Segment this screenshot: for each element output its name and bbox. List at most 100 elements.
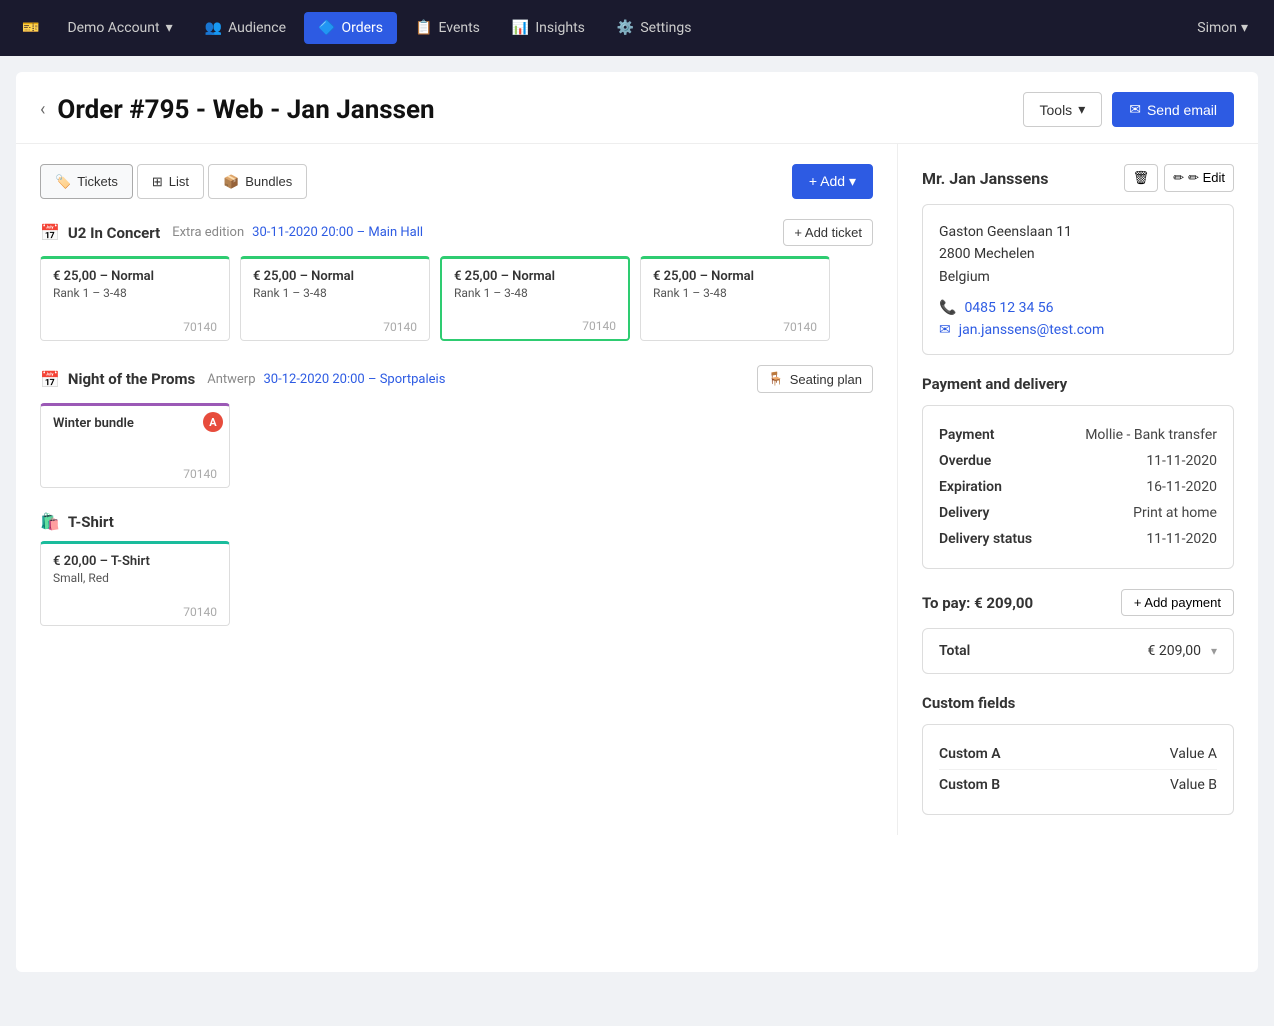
orders-icon: 🔷 <box>318 20 335 36</box>
bundle-id: 70140 <box>53 467 217 481</box>
user-menu[interactable]: Simon ▾ <box>1183 12 1262 44</box>
custom-value-b: Value B <box>1170 777 1217 793</box>
tools-button-label: Tools <box>1040 102 1073 118</box>
event-proms-title-row: 📅 Night of the Proms Antwerp 30-12-2020 … <box>40 370 445 389</box>
customer-name: Mr. Jan Janssens <box>922 169 1048 188</box>
customer-card: Gaston Geenslaan 11 2800 Mechelen Belgiu… <box>922 204 1234 355</box>
delivery-status-label: Delivery status <box>939 531 1032 547</box>
event-u2-title-row: 📅 U2 In Concert Extra edition 30-11-2020… <box>40 223 423 242</box>
customer-phone: 0485 12 34 56 <box>964 300 1053 316</box>
trash-icon: 🗑 <box>1133 170 1150 186</box>
custom-fields-card: Custom A Value A Custom B Value B <box>922 724 1234 815</box>
content-area: 🏷️ Tickets ⊞ List 📦 Bundles + Add ▾ <box>16 144 1258 835</box>
bundle-card[interactable]: A Winter bundle 70140 <box>40 403 230 488</box>
settings-icon: ⚙️ <box>617 20 634 36</box>
brand-logo[interactable]: 🎫 <box>12 12 49 44</box>
ticket-rank: Rank 1 – 3-48 <box>53 286 217 300</box>
ticket-rank: Rank 1 – 3-48 <box>253 286 417 300</box>
nav-audience-label: Audience <box>228 20 286 36</box>
tab-list[interactable]: ⊞ List <box>137 164 204 199</box>
seat-icon: 🪑 <box>768 371 784 387</box>
ticket-price: € 25,00 – Normal <box>53 269 217 284</box>
ticket-rank: Rank 1 – 3-48 <box>653 286 817 300</box>
total-label: Total <box>939 643 970 659</box>
tshirt-card[interactable]: € 20,00 – T-Shirt Small, Red 70140 <box>40 541 230 626</box>
tab-bundles[interactable]: 📦 Bundles <box>208 164 307 199</box>
nav-orders[interactable]: 🔷 Orders <box>304 12 397 44</box>
edit-label: ✏ Edit <box>1188 170 1225 186</box>
main-content: ‹ Order #795 - Web - Jan Janssen Tools ▾… <box>16 72 1258 972</box>
customer-header: Mr. Jan Janssens 🗑 ✏ ✏ Edit <box>922 164 1234 192</box>
ticket-card[interactable]: € 25,00 – Normal Rank 1 – 3-48 70140 <box>40 256 230 341</box>
customer-actions: 🗑 ✏ ✏ Edit <box>1124 164 1234 192</box>
chevron-down-icon[interactable]: ▾ <box>1211 644 1217 658</box>
seating-plan-button[interactable]: 🪑 Seating plan <box>757 365 873 393</box>
tshirt-price: € 20,00 – T-Shirt <box>53 554 217 569</box>
add-payment-button[interactable]: + Add payment <box>1121 589 1234 616</box>
tshirt-variant: Small, Red <box>53 571 217 585</box>
nav-settings[interactable]: ⚙️ Settings <box>603 12 706 44</box>
nav-insights[interactable]: 📊 Insights <box>498 12 599 44</box>
proms-bundle-grid: A Winter bundle 70140 <box>40 403 873 488</box>
tools-chevron-icon: ▾ <box>1078 101 1085 118</box>
send-email-button[interactable]: ✉ Send email <box>1112 92 1234 127</box>
tab-list-label: List <box>169 174 189 189</box>
add-ticket-button[interactable]: + Add ticket <box>783 219 873 246</box>
email-icon: ✉ <box>939 322 951 338</box>
ticket-card[interactable]: € 25,00 – Normal Rank 1 – 3-48 70140 <box>640 256 830 341</box>
ticket-price: € 25,00 – Normal <box>653 269 817 284</box>
expiration-label: Expiration <box>939 479 1002 495</box>
payment-row-payment: Payment Mollie - Bank transfer <box>939 422 1217 448</box>
tshirt-header: 🛍️ T-Shirt <box>40 512 873 531</box>
ticket-card-selected[interactable]: € 25,00 – Normal Rank 1 – 3-48 70140 <box>440 256 630 341</box>
ticket-rank: Rank 1 – 3-48 <box>454 286 616 300</box>
ticket-card[interactable]: € 25,00 – Normal Rank 1 – 3-48 70140 <box>240 256 430 341</box>
tshirt-id: 70140 <box>53 605 217 619</box>
event-u2-date: 30-11-2020 20:00 – Main Hall <box>252 225 423 240</box>
payment-value: Mollie - Bank transfer <box>1085 427 1217 443</box>
back-button[interactable]: ‹ <box>40 99 45 120</box>
phone-icon: 📞 <box>939 300 956 316</box>
phone-row[interactable]: 📞 0485 12 34 56 <box>939 300 1217 316</box>
list-tab-icon: ⊞ <box>152 174 163 190</box>
audience-icon: 👥 <box>205 20 222 36</box>
page-header-left: ‹ Order #795 - Web - Jan Janssen <box>40 95 435 125</box>
tab-tickets-label: Tickets <box>77 174 118 189</box>
insights-icon: 📊 <box>512 20 529 36</box>
payment-row-overdue: Overdue 11-11-2020 <box>939 448 1217 474</box>
payment-label: Payment <box>939 427 995 443</box>
user-name: Simon <box>1197 20 1237 36</box>
tshirt-title-row: 🛍️ T-Shirt <box>40 512 114 531</box>
nav-audience[interactable]: 👥 Audience <box>191 12 300 44</box>
delivery-value: Print at home <box>1133 505 1217 521</box>
user-chevron-icon: ▾ <box>1241 20 1248 36</box>
overdue-label: Overdue <box>939 453 991 469</box>
send-email-label: Send email <box>1147 102 1217 118</box>
add-button[interactable]: + Add ▾ <box>792 164 873 199</box>
u2-ticket-grid: € 25,00 – Normal Rank 1 – 3-48 70140 € 2… <box>40 256 873 341</box>
edit-icon: ✏ <box>1173 170 1184 186</box>
custom-key-b: Custom B <box>939 777 1000 793</box>
nav-events[interactable]: 📋 Events <box>401 12 494 44</box>
nav-insights-label: Insights <box>535 20 585 36</box>
email-icon: ✉ <box>1129 101 1141 118</box>
tshirt-grid: € 20,00 – T-Shirt Small, Red 70140 <box>40 541 873 626</box>
customer-address: Gaston Geenslaan 11 2800 Mechelen Belgiu… <box>939 221 1217 288</box>
nav-demo-account[interactable]: Demo Account ▾ <box>53 12 186 44</box>
tab-bar: 🏷️ Tickets ⊞ List 📦 Bundles + Add ▾ <box>40 164 873 199</box>
delete-customer-button[interactable]: 🗑 <box>1124 164 1159 192</box>
calendar-icon: 📅 <box>40 223 60 242</box>
brand-icon: 🎫 <box>22 20 39 36</box>
page-header-right: Tools ▾ ✉ Send email <box>1023 92 1235 127</box>
bundle-badge: A <box>203 412 223 432</box>
tools-button[interactable]: Tools ▾ <box>1023 92 1103 127</box>
edit-customer-button[interactable]: ✏ ✏ Edit <box>1164 164 1234 192</box>
ticket-id: 70140 <box>253 320 417 334</box>
to-pay-label: To pay: € 209,00 <box>922 594 1033 612</box>
calendar-icon: 📅 <box>40 370 60 389</box>
events-icon: 📋 <box>415 20 432 36</box>
tshirt-section: 🛍️ T-Shirt € 20,00 – T-Shirt Small, Red … <box>40 512 873 626</box>
delivery-status-value: 11-11-2020 <box>1146 531 1217 547</box>
email-row[interactable]: ✉ jan.janssens@test.com <box>939 322 1217 338</box>
tab-tickets[interactable]: 🏷️ Tickets <box>40 164 133 199</box>
